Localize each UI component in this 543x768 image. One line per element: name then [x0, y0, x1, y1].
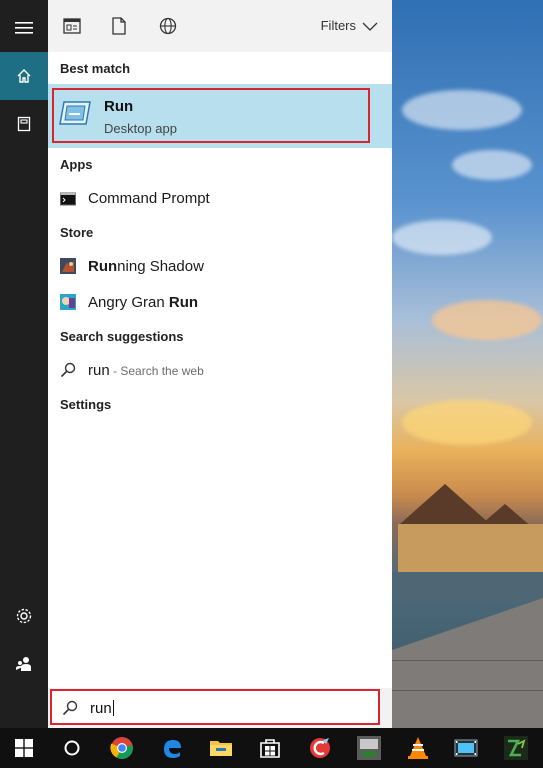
taskbar-ccleaner[interactable]: [306, 734, 334, 762]
list-item-command-prompt[interactable]: Command Prompt: [48, 181, 392, 215]
pier-plank: [392, 660, 543, 661]
home-button[interactable]: [0, 52, 48, 100]
windows-logo-icon: [15, 739, 33, 757]
green-app-icon: [504, 736, 528, 760]
web-filter-button[interactable]: [158, 16, 178, 36]
start-rail: [0, 0, 48, 728]
folder-icon: [210, 741, 232, 756]
apps-filter-button[interactable]: [62, 16, 82, 36]
cortana-icon: [64, 740, 80, 756]
vlc-icon: [408, 737, 428, 759]
search-box: run: [48, 688, 392, 728]
taskbar-vlc[interactable]: [404, 734, 432, 762]
section-settings: Settings: [60, 397, 112, 412]
hut-roof: [400, 484, 490, 524]
chrome-icon: [110, 737, 133, 759]
hut-wall: [398, 524, 543, 572]
section-search-suggestions: Search suggestions: [60, 329, 184, 344]
angry-gran-app-icon: [60, 294, 76, 310]
list-item-running-shadow[interactable]: Running Shadow: [48, 249, 392, 283]
cloud: [402, 400, 532, 445]
best-match-subtitle: Desktop app: [104, 121, 177, 136]
search-icon: [60, 362, 76, 378]
gear-icon: [16, 608, 32, 624]
chevron-down-icon: [362, 22, 378, 31]
search-input[interactable]: run: [50, 689, 380, 725]
pier: [392, 598, 543, 728]
angry-gran-run-label: Angry Gran Run: [88, 293, 199, 311]
search-panel: Filters Best match Run Desktop app Apps …: [48, 0, 392, 728]
section-store: Store: [60, 225, 94, 240]
taskbar-movie-maker[interactable]: [452, 734, 480, 762]
running-shadow-label: Running Shadow: [88, 257, 204, 275]
text-caret: [112, 700, 114, 716]
taskbar-store[interactable]: [256, 734, 284, 762]
cloud: [452, 150, 532, 180]
home-icon: [17, 69, 31, 83]
command-prompt-label: Command Prompt: [88, 189, 210, 207]
cortana-button[interactable]: [58, 734, 86, 762]
notebook-icon: [17, 116, 31, 132]
web-suggestion-label: run - Search the web: [88, 361, 204, 379]
cloud: [432, 300, 542, 340]
cloud: [392, 220, 492, 255]
filters-button[interactable]: Filters: [321, 18, 378, 33]
filters-label: Filters: [320, 18, 356, 33]
game-app-icon: [357, 736, 381, 760]
list-item-web-suggestion[interactable]: run - Search the web: [48, 353, 392, 387]
people-icon: [16, 657, 31, 671]
taskbar-edge[interactable]: [158, 734, 186, 762]
document-icon: [112, 17, 126, 35]
film-icon: [454, 739, 478, 757]
panel-toolbar: Filters: [48, 0, 392, 52]
list-item-angry-gran-run[interactable]: Angry Gran Run: [48, 285, 392, 319]
search-icon: [62, 700, 78, 716]
apps-icon: [63, 18, 81, 34]
taskbar-chrome[interactable]: [108, 734, 136, 762]
start-button[interactable]: [10, 734, 38, 762]
cloud: [402, 90, 522, 130]
water: [392, 572, 543, 602]
taskbar-file-explorer[interactable]: [207, 734, 235, 762]
menu-button[interactable]: [0, 4, 48, 52]
taskbar: [0, 728, 543, 768]
section-best-match: Best match: [60, 61, 131, 76]
edge-icon: [164, 740, 181, 758]
menu-icon: [15, 22, 33, 34]
best-match-title: Run: [104, 98, 134, 115]
taskbar-app-green[interactable]: [502, 734, 530, 762]
running-shadow-app-icon: [60, 258, 76, 274]
pier-plank: [392, 690, 543, 691]
store-icon: [260, 739, 280, 758]
ccleaner-icon: [310, 738, 330, 758]
command-prompt-icon: [60, 192, 76, 206]
settings-button[interactable]: [0, 592, 48, 640]
search-input-value: run: [90, 700, 114, 717]
section-apps: Apps: [60, 157, 93, 172]
notebook-button[interactable]: [0, 100, 48, 148]
run-app-icon: [59, 101, 91, 125]
highlight-outline: [52, 88, 370, 143]
feedback-button[interactable]: [0, 640, 48, 688]
documents-filter-button[interactable]: [109, 16, 129, 36]
desktop-wallpaper: [392, 0, 543, 728]
taskbar-game[interactable]: [355, 734, 383, 762]
globe-icon: [159, 17, 177, 35]
